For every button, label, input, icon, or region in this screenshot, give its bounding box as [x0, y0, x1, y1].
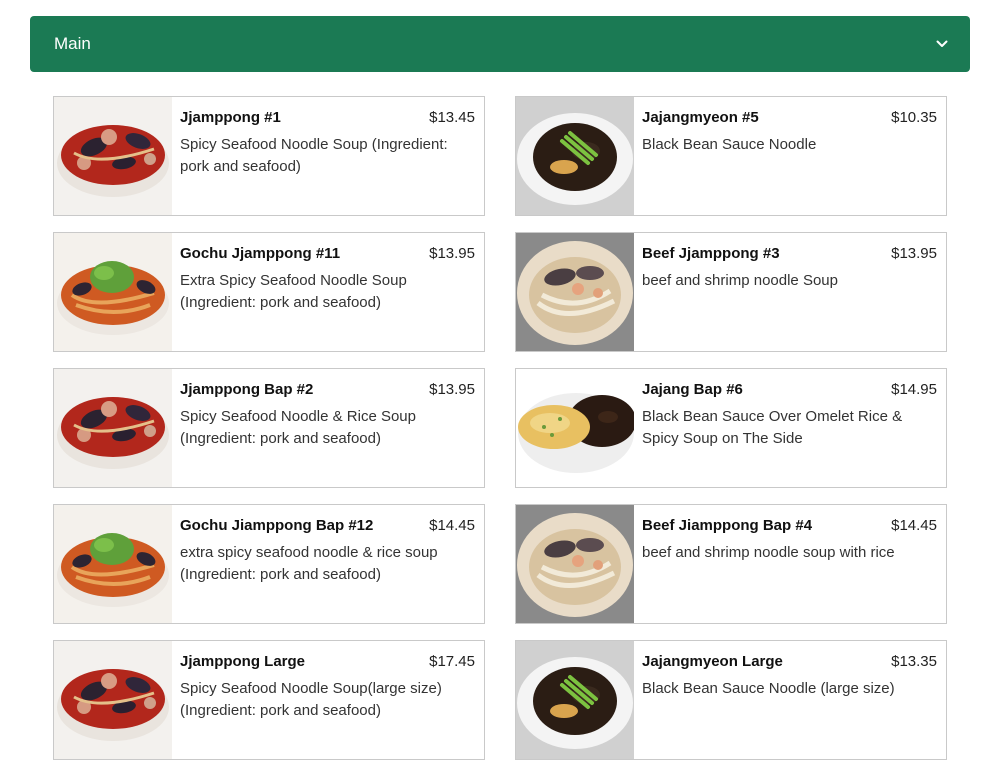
menu-item-card[interactable]: Jjamppong Bap #2 $13.95 Spicy Seafood Noo…	[53, 368, 485, 488]
menu-item-info: Gochu Jjamppong #11 $13.95 Extra Spicy Se…	[172, 233, 484, 351]
menu-item-price: $13.35	[891, 653, 937, 670]
menu-item-info: Jjamppong Bap #2 $13.95 Spicy Seafood Noo…	[172, 369, 484, 487]
menu-item-description: Black Bean Sauce Noodle (large size)	[642, 680, 895, 697]
section-header-main[interactable]: Main	[30, 16, 970, 72]
menu-item-price: $13.95	[891, 245, 937, 262]
seafood-soup-image	[54, 369, 172, 487]
menu-item-card[interactable]: Jajang Bap #6 $14.95 Black Bean Sauce Ove…	[515, 368, 947, 488]
menu-item-name: Jajangmyeon Large	[642, 653, 783, 670]
menu-item-name: Jajangmyeon #5	[642, 109, 759, 126]
black-bean-noodle-image	[516, 641, 634, 759]
menu-item-name: Gochu Jiamppong Bap #12	[180, 517, 374, 534]
menu-item-info: Jajangmyeon Large $13.35 Black Bean Sauce…	[634, 641, 946, 759]
food-image	[516, 505, 634, 623]
beef-noodle-soup-image	[516, 505, 634, 623]
menu-item-price: $17.45	[429, 653, 475, 670]
menu-item-info: Jajang Bap #6 $14.95 Black Bean Sauce Ove…	[634, 369, 946, 487]
menu-item-price: $10.35	[891, 109, 937, 126]
menu-item-description: beef and shrimp noodle soup with rice	[642, 544, 895, 561]
omelet-rice-image	[516, 369, 634, 487]
menu-item-card[interactable]: Jjamppong #1 $13.45 Spicy Seafood Noodle …	[53, 96, 485, 216]
menu-item-price: $14.45	[429, 517, 475, 534]
menu-item-name: Jjamppong #1	[180, 109, 281, 126]
beef-noodle-soup-image	[516, 233, 634, 351]
menu-item-info: Gochu Jiamppong Bap #12 $14.45 extra spic…	[172, 505, 484, 623]
menu-item-info: Jjamppong #1 $13.45 Spicy Seafood Noodle …	[172, 97, 484, 215]
menu-item-info: Beef Jjamppong #3 $13.95 beef and shrimp …	[634, 233, 946, 351]
menu-item-description: Spicy Seafood Noodle & Rice Soup (Ingred…	[180, 408, 416, 447]
menu-item-description: beef and shrimp noodle Soup	[642, 272, 838, 289]
menu-item-description: Black Bean Sauce Noodle	[642, 136, 817, 153]
menu-item-info: Beef Jiamppong Bap #4 $14.45 beef and shr…	[634, 505, 946, 623]
menu-item-name: Beef Jiamppong Bap #4	[642, 517, 813, 534]
menu-item-card[interactable]: Jajangmyeon Large $13.35 Black Bean Sauce…	[515, 640, 947, 760]
menu-item-price: $13.95	[429, 381, 475, 398]
menu-item-card[interactable]: Gochu Jiamppong Bap #12 $14.45 extra spic…	[53, 504, 485, 624]
seafood-soup-image	[54, 641, 172, 759]
menu-item-card[interactable]: Gochu Jjamppong #11 $13.95 Extra Spicy Se…	[53, 232, 485, 352]
menu-item-card[interactable]: Beef Jjamppong #3 $13.95 beef and shrimp …	[515, 232, 947, 352]
menu-item-card[interactable]: Beef Jiamppong Bap #4 $14.45 beef and shr…	[515, 504, 947, 624]
menu-item-price: $13.95	[429, 245, 475, 262]
menu-item-price: $14.95	[891, 381, 937, 398]
menu-item-info: Jjamppong Large $17.45 Spicy Seafood Nood…	[172, 641, 484, 759]
spicy-soup-greens-image	[54, 233, 172, 351]
food-image	[54, 505, 172, 623]
food-image	[54, 641, 172, 759]
menu-item-name: Jajang Bap #6	[642, 381, 743, 398]
menu-item-name: Gochu Jjamppong #11	[180, 245, 341, 262]
menu-item-info: Jajangmyeon #5 $10.35 Black Bean Sauce No…	[634, 97, 946, 215]
food-image	[516, 369, 634, 487]
menu-items-grid: Jjamppong #1 $13.45 Spicy Seafood Noodle …	[53, 96, 947, 760]
menu-item-card[interactable]: Jjamppong Large $17.45 Spicy Seafood Nood…	[53, 640, 485, 760]
menu-item-price: $14.45	[891, 517, 937, 534]
food-image	[516, 233, 634, 351]
food-image	[54, 97, 172, 215]
food-image	[54, 233, 172, 351]
menu-item-description: Spicy Seafood Noodle Soup (Ingredient: p…	[180, 136, 448, 175]
section-title: Main	[54, 34, 91, 53]
seafood-soup-image	[54, 97, 172, 215]
menu-item-name: Beef Jjamppong #3	[642, 245, 780, 262]
menu-item-name: Jjamppong Bap #2	[180, 381, 314, 398]
menu-item-description: Spicy Seafood Noodle Soup(large size) (I…	[180, 680, 442, 719]
menu-item-name: Jjamppong Large	[180, 653, 306, 670]
food-image	[516, 97, 634, 215]
spicy-soup-greens-image	[54, 505, 172, 623]
food-image	[54, 369, 172, 487]
menu-item-card[interactable]: Jajangmyeon #5 $10.35 Black Bean Sauce No…	[515, 96, 947, 216]
menu-item-description: Extra Spicy Seafood Noodle Soup (Ingredi…	[180, 272, 407, 311]
menu-item-price: $13.45	[429, 109, 475, 126]
food-image	[516, 641, 634, 759]
black-bean-noodle-image	[516, 97, 634, 215]
chevron-down-icon[interactable]	[936, 38, 948, 50]
menu-item-description: Black Bean Sauce Over Omelet Rice & Spic…	[642, 408, 903, 447]
menu-item-description: extra spicy seafood noodle & rice soup (…	[180, 544, 438, 583]
